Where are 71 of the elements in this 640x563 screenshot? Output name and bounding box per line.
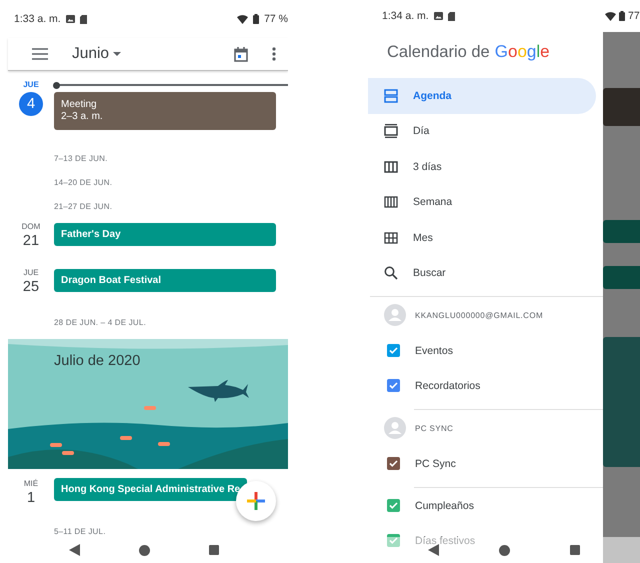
week-range-label: 21–27 DE JUN. bbox=[53, 200, 114, 212]
dimmed-event bbox=[603, 220, 640, 243]
back-icon[interactable] bbox=[69, 544, 80, 556]
week-range-label: 14–20 DE JUN. bbox=[53, 176, 114, 188]
home-icon[interactable] bbox=[138, 544, 150, 556]
view-menu-item[interactable]: Mes bbox=[368, 220, 596, 256]
google-logo: Google bbox=[494, 42, 550, 62]
grid-icon bbox=[384, 230, 398, 245]
calendar-toggle[interactable]: Eventos bbox=[368, 333, 603, 368]
view-menu-item[interactable]: Día bbox=[368, 114, 596, 149]
date-number: 21 bbox=[22, 233, 40, 250]
dimmed-event bbox=[603, 266, 640, 289]
plus-icon bbox=[247, 492, 265, 510]
wifi-icon bbox=[237, 14, 248, 24]
image-icon bbox=[66, 15, 75, 23]
weekday-label: MIÉ bbox=[24, 479, 38, 489]
battery-percent: 77 % bbox=[264, 13, 288, 25]
sd-card-icon bbox=[448, 12, 455, 20]
avatar-icon bbox=[384, 304, 406, 326]
calendar-icon[interactable] bbox=[234, 46, 248, 62]
week-columns-icon bbox=[384, 195, 398, 210]
account-name: PC SYNC bbox=[415, 424, 454, 432]
back-icon[interactable] bbox=[428, 544, 439, 556]
three-column-icon bbox=[384, 160, 398, 174]
checkbox[interactable] bbox=[387, 499, 400, 512]
agenda-view-icon bbox=[384, 88, 398, 103]
week-range-label: 7–13 DE JUN. bbox=[53, 152, 109, 164]
today-date-badge: 4 bbox=[19, 92, 43, 116]
status-time: 1:34 a. m. bbox=[382, 10, 429, 22]
checkbox[interactable] bbox=[387, 457, 400, 470]
view-menu-item[interactable]: Buscar bbox=[368, 256, 596, 291]
home-icon[interactable] bbox=[499, 544, 510, 556]
more-options-icon[interactable] bbox=[272, 46, 276, 62]
calendar-toggle[interactable]: PC Sync bbox=[368, 446, 603, 481]
month-title: Julio de 2020 bbox=[54, 353, 140, 369]
event-card[interactable]: Dragon Boat Festival bbox=[54, 269, 276, 292]
date-number: 1 bbox=[26, 490, 36, 507]
view-menu-item[interactable]: Agenda bbox=[368, 78, 596, 114]
weekday-label: JUE bbox=[23, 268, 39, 278]
month-dropdown[interactable]: Junio bbox=[40, 45, 122, 63]
day-view-icon bbox=[384, 124, 398, 138]
event-card[interactable]: Father's Day bbox=[54, 223, 276, 246]
weekday-label: DOM bbox=[22, 222, 40, 232]
dimmed-event bbox=[603, 88, 640, 126]
avatar-icon bbox=[384, 417, 406, 439]
checkbox[interactable] bbox=[387, 534, 400, 547]
caret-icon bbox=[113, 52, 122, 56]
menu-icon[interactable] bbox=[32, 46, 48, 62]
status-time: 1:33 a. m. bbox=[14, 13, 61, 25]
battery-icon bbox=[253, 14, 260, 24]
recents-icon[interactable] bbox=[208, 545, 219, 555]
checkbox[interactable] bbox=[387, 379, 400, 392]
sd-card-icon bbox=[80, 14, 87, 24]
event-card[interactable]: Meeting 2–3 a. m. bbox=[54, 92, 276, 130]
calendar-toggle[interactable]: Cumpleaños bbox=[368, 488, 603, 523]
wifi-icon bbox=[605, 12, 616, 20]
calendar-toggle[interactable]: Recordatorios bbox=[368, 368, 603, 403]
week-range-label: 28 DE JUN. – 4 DE JUL. bbox=[53, 316, 147, 328]
event-card[interactable]: Hong Kong Special Administrative Re bbox=[54, 478, 248, 501]
view-menu-item[interactable]: Semana bbox=[368, 184, 596, 220]
date-number: 25 bbox=[22, 279, 40, 296]
search-icon bbox=[384, 266, 398, 280]
week-range-label: 5–11 DE JUL. bbox=[53, 526, 107, 538]
view-menu-item[interactable]: 3 días bbox=[368, 149, 596, 184]
battery-icon bbox=[619, 11, 625, 21]
app-title: Calendario de bbox=[387, 42, 490, 62]
battery-percent: 77 bbox=[628, 10, 640, 22]
checkbox[interactable] bbox=[387, 344, 400, 357]
weekday-label: JUE bbox=[23, 80, 39, 90]
image-icon bbox=[434, 12, 443, 20]
account-name: KKANGLU000000@GMAIL.COM bbox=[415, 310, 544, 320]
